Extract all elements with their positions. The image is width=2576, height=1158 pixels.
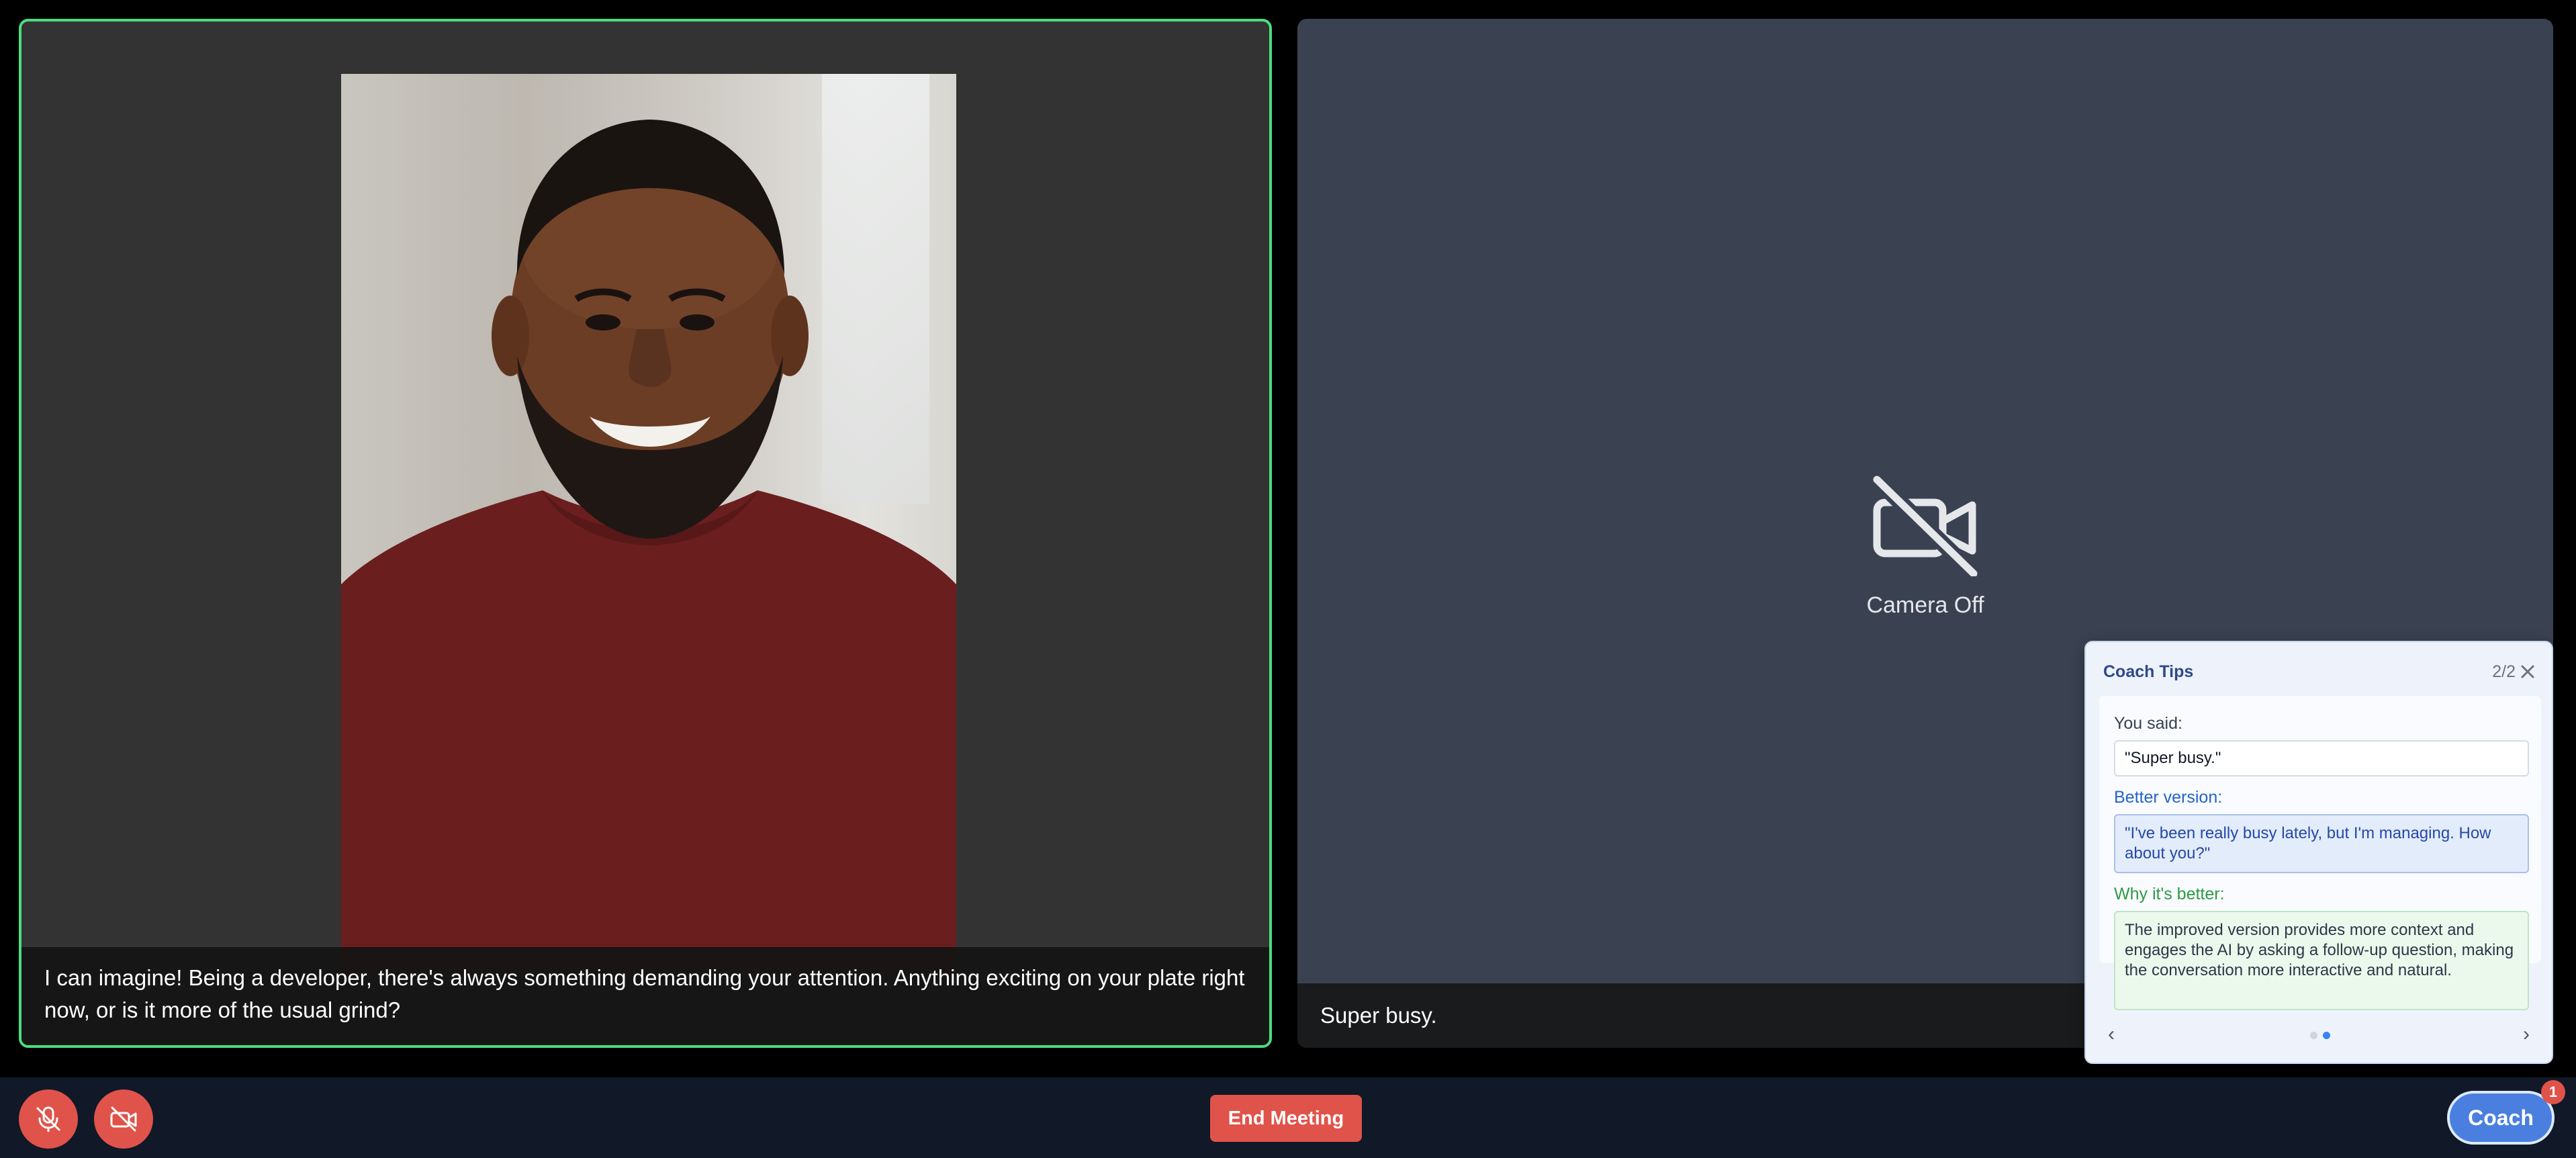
- why-better-text: The improved version provides more conte…: [2114, 911, 2529, 1010]
- pagination-dot-active[interactable]: [2323, 1032, 2330, 1039]
- coach-tips-counter: 2/2: [2492, 662, 2516, 681]
- chevron-left-icon[interactable]: ‹: [2098, 1021, 2125, 1048]
- better-version-text: "I've been really busy lately, but I'm m…: [2114, 814, 2529, 873]
- camera-off-icon: [1297, 476, 2553, 576]
- coach-tips-panel: Coach Tips 2/2 You said: "Super busy." B…: [2084, 641, 2553, 1064]
- coach-tips-body: You said: "Super busy." Better version: …: [2099, 696, 2541, 1010]
- chevron-right-icon[interactable]: ›: [2513, 1021, 2540, 1048]
- camera-off-label: Camera Off: [1866, 592, 1984, 618]
- meeting-stage: I can imagine! Being a developer, there'…: [0, 0, 2576, 1158]
- end-meeting-button[interactable]: End Meeting: [1210, 1095, 1362, 1142]
- coach-tips-title: Coach Tips: [2103, 662, 2194, 681]
- coach-tips-header: Coach Tips 2/2: [2103, 658, 2538, 685]
- camera-off-placeholder: Camera Off: [1297, 476, 2553, 619]
- pagination-dot[interactable]: [2310, 1032, 2317, 1039]
- pagination-dots: [2310, 1030, 2336, 1039]
- person-portrait: [341, 120, 956, 974]
- coach-notification-badge: 1: [2541, 1080, 2565, 1104]
- close-icon[interactable]: [2517, 661, 2538, 682]
- control-bar: End Meeting Coach 1: [0, 1077, 2576, 1158]
- you-said-text: "Super busy.": [2114, 740, 2529, 776]
- mute-button[interactable]: [19, 1089, 78, 1149]
- coach-tips-pagination: ‹ ›: [2103, 1021, 2534, 1048]
- caption-ai: I can imagine! Being a developer, there'…: [21, 947, 1269, 1045]
- better-version-label: Better version:: [2114, 788, 2223, 807]
- participant-video: [341, 74, 956, 974]
- participant-tile-ai: I can imagine! Being a developer, there'…: [19, 19, 1272, 1048]
- you-said-label: You said:: [2114, 714, 2182, 733]
- coach-button[interactable]: Coach: [2447, 1091, 2555, 1145]
- why-better-label: Why it's better:: [2114, 885, 2225, 903]
- camera-toggle-button[interactable]: [94, 1089, 153, 1149]
